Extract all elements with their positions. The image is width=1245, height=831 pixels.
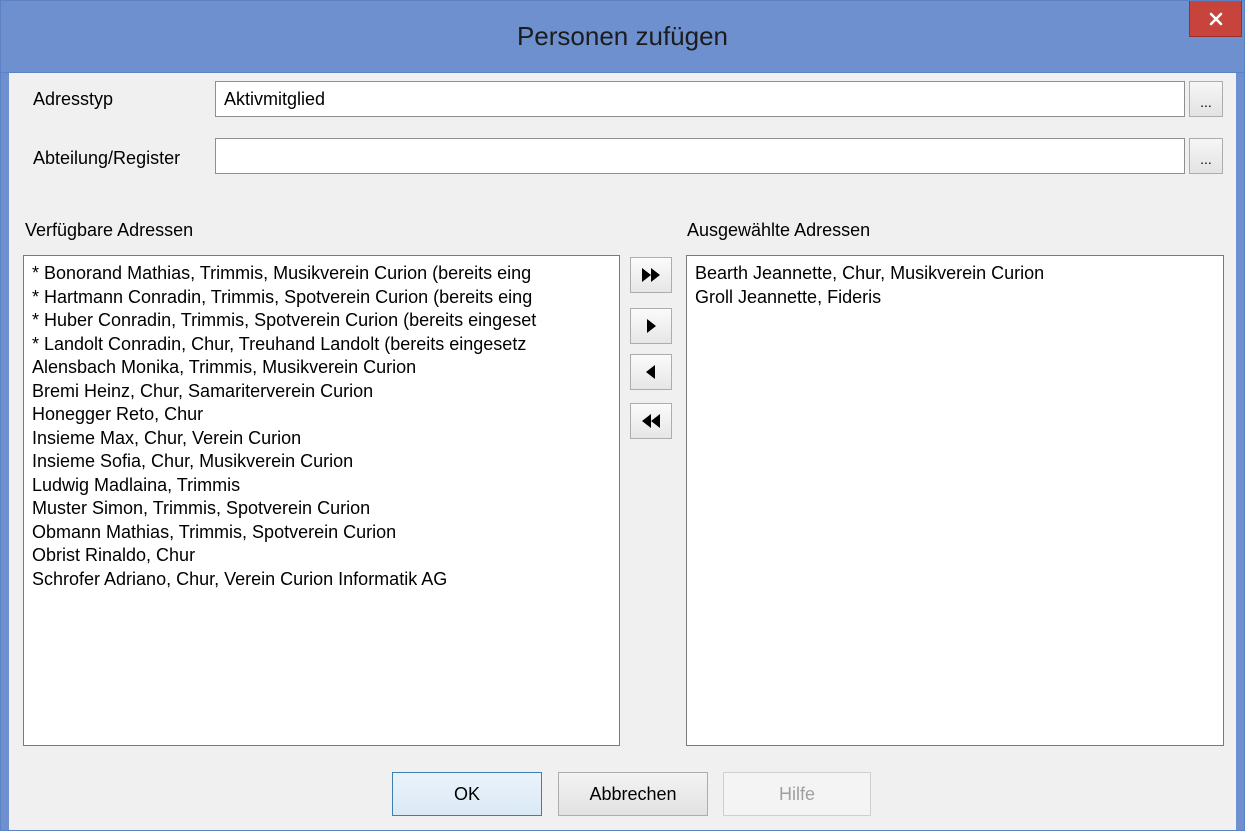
abteilung-browse-button[interactable]: ... [1189, 138, 1223, 174]
list-item[interactable]: * Bonorand Mathias, Trimmis, Musikverein… [32, 262, 611, 286]
double-right-arrow-icon [642, 268, 660, 282]
right-arrow-icon [647, 319, 656, 333]
list-item[interactable]: Schrofer Adriano, Chur, Verein Curion In… [32, 568, 611, 592]
window-frame-right [1236, 73, 1244, 830]
help-button[interactable]: Hilfe [723, 772, 871, 816]
close-button[interactable] [1189, 1, 1242, 37]
abteilung-field[interactable] [215, 138, 1185, 174]
list-item[interactable]: * Huber Conradin, Trimmis, Spotverein Cu… [32, 309, 611, 333]
available-addresses-list[interactable]: * Bonorand Mathias, Trimmis, Musikverein… [23, 255, 620, 746]
close-icon [1209, 12, 1222, 25]
remove-selected-button[interactable] [630, 354, 672, 390]
list-item[interactable]: * Hartmann Conradin, Trimmis, Spotverein… [32, 286, 611, 310]
available-addresses-header: Verfügbare Adressen [25, 220, 194, 240]
remove-all-button[interactable] [630, 403, 672, 439]
dialog-window: Personen zufügen Adresstyp ... Abteilung… [0, 0, 1245, 831]
ok-button[interactable]: OK [392, 772, 542, 816]
selected-addresses-list[interactable]: Bearth Jeannette, Chur, Musikverein Curi… [686, 255, 1224, 746]
list-item[interactable]: Obmann Mathias, Trimmis, Spotverein Curi… [32, 521, 611, 545]
list-item[interactable]: Muster Simon, Trimmis, Spotverein Curion [32, 497, 611, 521]
adresstyp-field[interactable] [215, 81, 1185, 117]
cancel-button[interactable]: Abbrechen [558, 772, 708, 816]
adresstyp-browse-button[interactable]: ... [1189, 81, 1223, 117]
list-item[interactable]: Insieme Max, Chur, Verein Curion [32, 427, 611, 451]
list-item[interactable]: Insieme Sofia, Chur, Musikverein Curion [32, 450, 611, 474]
abteilung-label: Abteilung/Register [33, 148, 181, 168]
title-bar[interactable]: Personen zufügen [1, 1, 1244, 73]
list-item[interactable]: Obrist Rinaldo, Chur [32, 544, 611, 568]
left-arrow-icon [646, 365, 655, 379]
list-item[interactable]: * Landolt Conradin, Chur, Treuhand Lando… [32, 333, 611, 357]
add-selected-button[interactable] [630, 308, 672, 344]
add-all-button[interactable] [630, 257, 672, 293]
list-item[interactable]: Honegger Reto, Chur [32, 403, 611, 427]
list-item[interactable]: Groll Jeannette, Fideris [695, 286, 1215, 310]
double-left-arrow-icon [642, 414, 660, 428]
dialog-title: Personen zufügen [516, 21, 729, 51]
list-item[interactable]: Ludwig Madlaina, Trimmis [32, 474, 611, 498]
window-frame-left [1, 73, 9, 830]
list-item[interactable]: Bearth Jeannette, Chur, Musikverein Curi… [695, 262, 1215, 286]
list-item[interactable]: Alensbach Monika, Trimmis, Musikverein C… [32, 356, 611, 380]
adresstyp-label: Adresstyp [33, 89, 114, 109]
list-item[interactable]: Bremi Heinz, Chur, Samariterverein Curio… [32, 380, 611, 404]
selected-addresses-header: Ausgewählte Adressen [687, 220, 871, 240]
